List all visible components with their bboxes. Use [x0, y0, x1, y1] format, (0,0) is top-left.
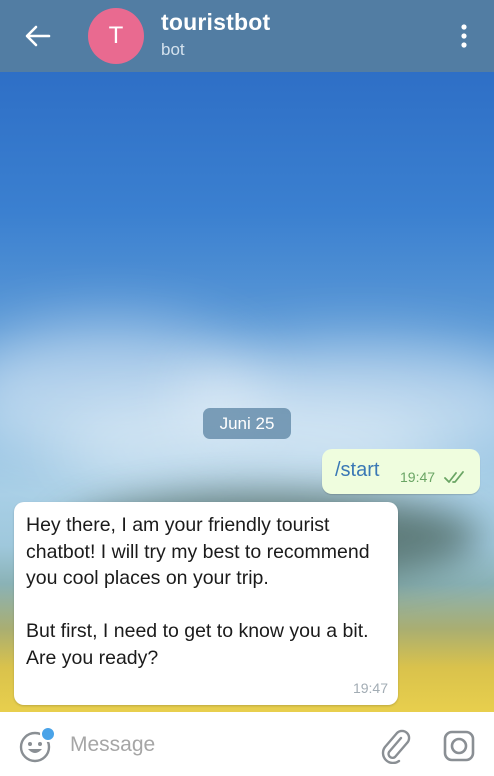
message-time: 19:47	[352, 680, 388, 696]
camera-icon	[443, 730, 475, 762]
camera-button[interactable]	[441, 728, 477, 764]
emoji-notification-dot	[40, 726, 56, 742]
chat-header: T touristbot bot	[0, 0, 494, 72]
chat-subtitle: bot	[161, 40, 185, 59]
message-composer	[0, 712, 494, 776]
message-paragraph: Hey there, I am your friendly tourist ch…	[26, 514, 370, 589]
message-time: 19:47	[400, 469, 436, 485]
command-link[interactable]: /start	[335, 459, 379, 482]
back-arrow-icon	[25, 25, 51, 47]
date-separator: Juni 25	[203, 408, 291, 439]
kebab-menu-icon	[461, 24, 467, 48]
outgoing-message[interactable]: /start 19:47	[322, 449, 480, 494]
avatar-letter: T	[108, 22, 124, 49]
avatar[interactable]: T	[88, 8, 144, 64]
incoming-message[interactable]: Hey there, I am your friendly tourist ch…	[14, 502, 398, 705]
message-input[interactable]	[70, 728, 360, 762]
chat-title[interactable]: touristbot	[161, 9, 270, 36]
double-check-icon	[444, 471, 464, 483]
chat-screen: T touristbot bot Juni 25 /start 19:47 He…	[0, 0, 494, 776]
more-options-button[interactable]	[452, 18, 476, 54]
paperclip-icon	[381, 729, 411, 765]
message-paragraph: But first, I need to get to know you a b…	[26, 620, 369, 669]
attach-button[interactable]	[378, 728, 412, 765]
message-text: Hey there, I am your friendly tourist ch…	[26, 512, 388, 671]
back-button[interactable]	[18, 18, 58, 54]
